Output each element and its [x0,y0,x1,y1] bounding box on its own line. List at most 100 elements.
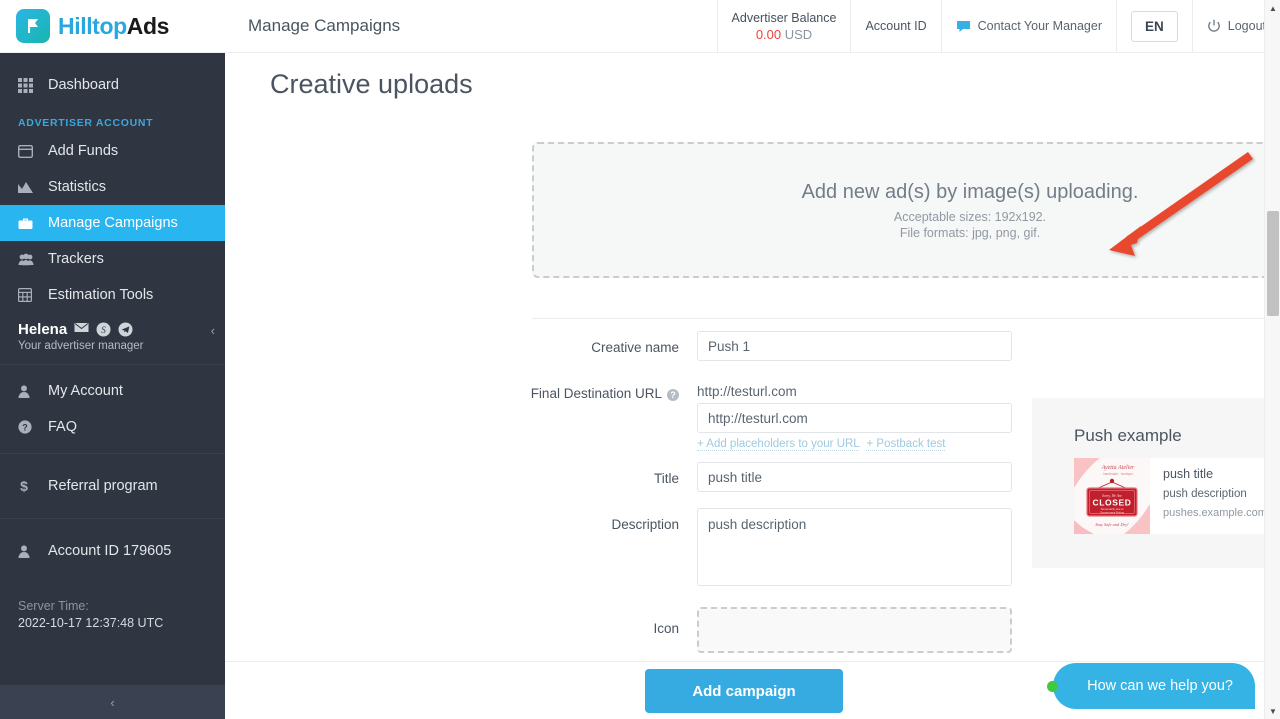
add-campaign-button[interactable]: Add campaign [645,669,843,713]
account-id-cell[interactable]: Account ID [850,0,940,52]
svg-text:Government Ruling: Government Ruling [1100,510,1125,514]
svg-text:$: $ [20,479,28,494]
top-header: Manage Campaigns Advertiser Balance 0.00… [225,0,1280,53]
sidebar-item-add-funds[interactable]: Add Funds [0,133,225,169]
credit-card-icon [18,144,44,158]
sidebar-item-manage-campaigns[interactable]: Manage Campaigns [0,205,225,241]
telegram-icon[interactable] [118,322,133,337]
calculator-icon [18,288,44,302]
sidebar-section-title: ADVERTISER ACCOUNT [18,117,154,129]
section-divider [532,318,1264,319]
svg-text:Stay Safe and Dry!: Stay Safe and Dry! [1095,522,1129,527]
final-url-hint-links: + Add placeholders to your URL + Postbac… [697,438,1012,451]
question-circle-icon: ? [18,420,44,434]
sidebar-item-label: Account ID 179605 [48,543,172,559]
sidebar-section-account-id: Account ID 179605 [0,519,225,583]
icon-upload-dropzone[interactable] [697,607,1012,653]
sidebar-item-faq[interactable]: ? FAQ [0,409,225,445]
scroll-up-arrow-icon[interactable]: ▲ [1265,0,1280,16]
svg-text:S: S [101,325,106,335]
server-time-value: 2022-10-17 12:37:48 UTC [18,616,164,630]
creative-name-label: Creative name [591,340,679,355]
help-widget-label: How can we help you? [1087,678,1233,694]
breadcrumb: Manage Campaigns [248,16,401,35]
brand-logo[interactable]: HilltopAds [0,0,225,53]
final-url-field: http://testurl.com + Add placeholders to… [697,377,1012,451]
brand-name-part1: Hilltop [58,12,127,39]
form-row-creative-name: Creative name [225,331,1264,361]
manager-collapse-chevron-icon[interactable]: ‹ [211,323,215,338]
final-url-echo: http://testurl.com [697,384,797,399]
icon-label: Icon [653,621,679,636]
sidebar-item-label: FAQ [48,419,78,435]
sidebar-item-label: Manage Campaigns [48,215,178,231]
sidebar-item-label: Estimation Tools [48,287,154,303]
chat-bubble-icon [956,20,971,33]
page-title: Creative uploads [270,69,473,99]
language-button[interactable]: EN [1131,10,1178,42]
contact-manager-cell[interactable]: Contact Your Manager [940,0,1116,52]
description-label: Description [611,517,679,532]
sidebar-item-estimation-tools[interactable]: Estimation Tools [0,277,225,313]
postback-test-link[interactable]: + Postback test [866,438,946,451]
svg-text:?: ? [22,422,28,432]
manager-line: Helena S [18,321,207,338]
final-url-input[interactable] [697,403,1012,433]
description-textarea[interactable] [697,508,1012,586]
chart-area-icon [18,181,44,194]
push-preview-title: push title [1163,467,1214,481]
manager-subtitle: Your advertiser manager [18,340,144,352]
title-input[interactable] [697,462,1012,492]
dropzone-sizes: Acceptable sizes: 192x192. [893,209,1047,224]
description-field [697,508,1012,591]
sidebar-item-my-account[interactable]: My Account [0,373,225,409]
logout-label: Logout [1227,19,1266,33]
sidebar-item-account-id[interactable]: Account ID 179605 [0,533,225,569]
mail-icon[interactable] [74,322,89,337]
sidebar-item-label: Trackers [48,251,104,267]
sidebar-section-account: My Account ? FAQ [0,365,225,454]
account-id-label: Account ID [865,19,927,33]
final-url-help-icon[interactable]: ? [667,389,679,401]
scroll-down-arrow-icon[interactable]: ▼ [1265,703,1280,719]
closed-sign-image: Ayetta Atelier handmade . boutique Sorry… [1074,458,1150,534]
svg-text:handmade . boutique: handmade . boutique [1103,472,1133,476]
sidebar-section-dashboard: Dashboard [0,53,225,111]
push-preview-panel: Push example Ayetta Atelier handmade . b… [1032,398,1264,568]
dollar-icon: $ [18,479,44,494]
dropzone-formats: File formats: jpg, png, gif. [899,225,1041,240]
creative-upload-dropzone[interactable]: Add new ad(s) by image(s) uploading. Acc… [532,142,1264,278]
server-time-block: Server Time: 2022-10-17 12:37:48 UTC [0,583,225,630]
user-icon [18,384,44,398]
push-preview-description: push description [1163,488,1247,500]
server-time-label: Server Time: [18,599,89,613]
sidebar-collapse-button[interactable]: ‹ [0,685,225,719]
help-chat-widget[interactable]: How can we help you? [1047,663,1255,709]
add-placeholders-link[interactable]: + Add placeholders to your URL [697,438,860,451]
sidebar-item-statistics[interactable]: Statistics [0,169,225,205]
creative-name-input[interactable] [697,331,1012,361]
brand-name: HilltopAds [58,13,169,40]
sidebar-item-label: Add Funds [48,143,119,159]
page-scrollbar[interactable]: ▲ ▼ [1264,0,1280,719]
sidebar-item-trackers[interactable]: Trackers [0,241,225,277]
sidebar-section-referral: $ Referral program [0,454,225,519]
grid-icon [18,77,44,93]
sidebar-item-referral-program[interactable]: $ Referral program [0,468,225,504]
briefcase-icon [18,217,44,230]
push-preview-domain: pushes.example.com [1163,507,1264,519]
push-notification-card: Ayetta Atelier handmade . boutique Sorry… [1074,458,1264,534]
balance-value: 0.00 USD [756,27,812,42]
title-label: Title [653,471,679,486]
bottom-action-bar: Add campaign How can we help you? [225,661,1280,719]
sidebar-item-dashboard[interactable]: Dashboard [0,67,225,103]
sidebar: HilltopAds Dashboard ADVERTISER ACCOUNT … [0,0,225,719]
creative-name-field [697,331,1012,361]
svg-text:Ayetta Atelier: Ayetta Atelier [1101,465,1135,471]
skype-icon[interactable]: S [96,322,111,337]
icon-field [697,607,1012,653]
brand-name-part2: Ads [126,12,170,39]
sidebar-item-label: Dashboard [48,77,119,93]
manager-block: Helena S Your advertiser manager ‹ [0,313,225,365]
scrollbar-thumb[interactable] [1267,211,1279,316]
